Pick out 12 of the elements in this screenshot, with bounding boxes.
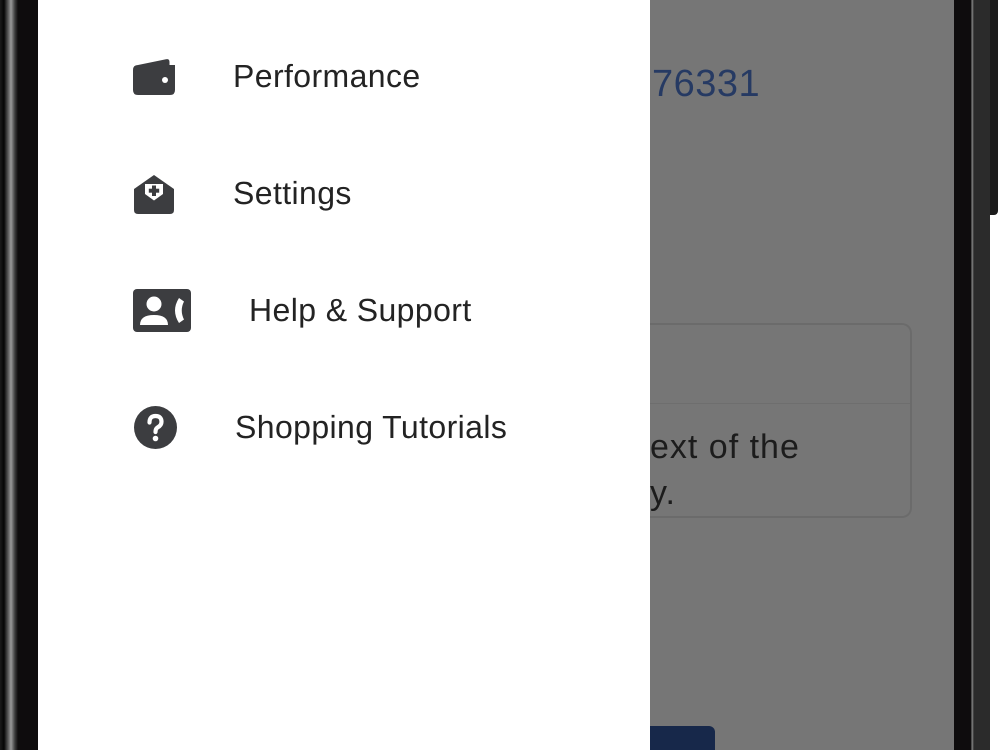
menu-item[interactable]: Settings bbox=[133, 174, 352, 214]
card-text: ext of the bbox=[650, 427, 801, 468]
wallet-icon bbox=[133, 58, 175, 95]
help-icon bbox=[134, 406, 176, 449]
menu-item[interactable]: Performance bbox=[133, 58, 421, 95]
menu-item[interactable]: Help & Support bbox=[133, 289, 472, 332]
contact-phone-icon bbox=[133, 289, 191, 332]
medical-envelope-icon bbox=[134, 174, 174, 214]
number-text: 76331 bbox=[652, 62, 760, 106]
side-button[interactable] bbox=[990, 0, 998, 215]
card-text: y. bbox=[650, 473, 677, 514]
menu-item[interactable]: Shopping Tutorials bbox=[133, 406, 508, 449]
